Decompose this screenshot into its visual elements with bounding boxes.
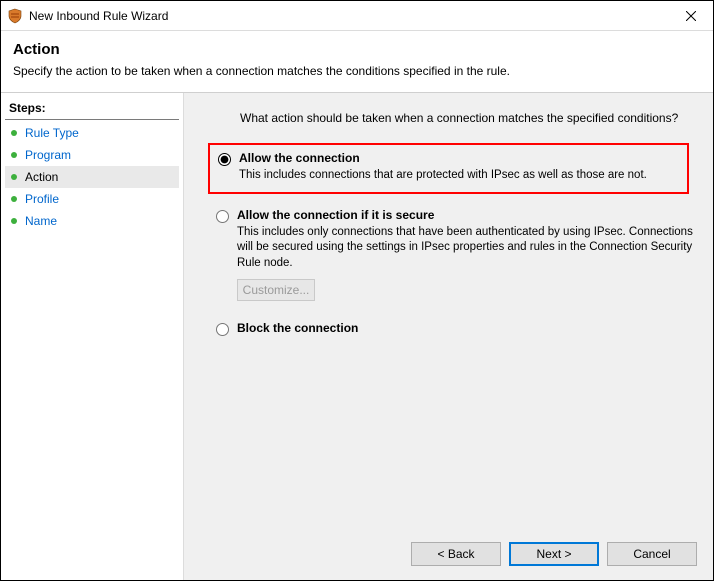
bullet-icon: [11, 196, 17, 202]
window-title: New Inbound Rule Wizard: [29, 9, 668, 23]
step-label: Rule Type: [25, 126, 79, 140]
option-desc: This includes only connections that have…: [237, 225, 693, 272]
close-button[interactable]: [668, 1, 713, 30]
step-program[interactable]: Program: [5, 144, 179, 166]
highlight-box: Allow the connection This includes conne…: [208, 143, 689, 194]
radio-allow-connection[interactable]: [218, 153, 231, 166]
step-action[interactable]: Action: [5, 166, 179, 188]
wizard-buttons: < Back Next > Cancel: [411, 542, 697, 566]
step-rule-type[interactable]: Rule Type: [5, 122, 179, 144]
radio-block-connection[interactable]: [216, 323, 229, 336]
option-title: Allow the connection: [239, 151, 360, 165]
steps-sidebar: Steps: Rule Type Program Action Profile …: [1, 93, 183, 580]
wizard-header: Action Specify the action to be taken wh…: [1, 31, 713, 93]
customize-button: Customize...: [237, 279, 315, 301]
next-button[interactable]: Next >: [509, 542, 599, 566]
radio-allow-if-secure[interactable]: [216, 210, 229, 223]
option-desc: This includes connections that are prote…: [239, 168, 679, 184]
step-label: Action: [25, 170, 58, 184]
option-title: Block the connection: [237, 321, 358, 335]
step-label: Program: [25, 148, 71, 162]
step-name[interactable]: Name: [5, 210, 179, 232]
cancel-button[interactable]: Cancel: [607, 542, 697, 566]
bullet-icon: [11, 152, 17, 158]
step-profile[interactable]: Profile: [5, 188, 179, 210]
step-label: Name: [25, 214, 57, 228]
bullet-icon: [11, 130, 17, 136]
firewall-icon: [7, 8, 23, 24]
bullet-icon: [11, 218, 17, 224]
page-heading: Action: [13, 41, 701, 58]
content-pane: What action should be taken when a conne…: [183, 93, 713, 580]
step-label: Profile: [25, 192, 59, 206]
titlebar: New Inbound Rule Wizard: [1, 1, 713, 31]
steps-label: Steps:: [5, 99, 179, 120]
prompt-text: What action should be taken when a conne…: [240, 111, 693, 125]
option-title: Allow the connection if it is secure: [237, 208, 434, 222]
back-button[interactable]: < Back: [411, 542, 501, 566]
page-subheading: Specify the action to be taken when a co…: [13, 64, 701, 78]
bullet-icon: [11, 174, 17, 180]
